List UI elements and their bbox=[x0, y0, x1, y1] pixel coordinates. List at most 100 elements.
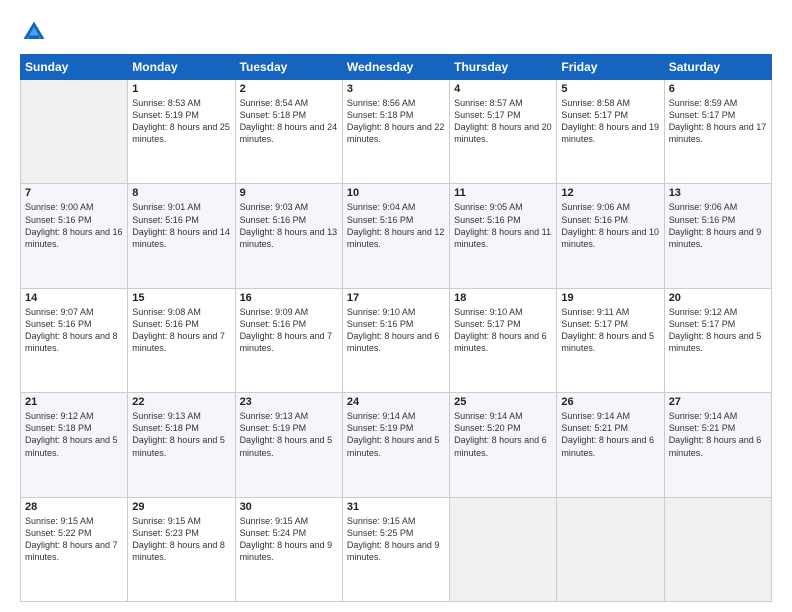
calendar-cell: 2 Sunrise: 8:54 AMSunset: 5:18 PMDaylight… bbox=[235, 80, 342, 184]
day-number: 19 bbox=[561, 292, 659, 304]
day-info: Sunrise: 9:12 AMSunset: 5:18 PMDaylight:… bbox=[25, 410, 123, 459]
day-number: 7 bbox=[25, 187, 123, 199]
day-info: Sunrise: 9:00 AMSunset: 5:16 PMDaylight:… bbox=[25, 201, 123, 250]
calendar-week-2: 14 Sunrise: 9:07 AMSunset: 5:16 PMDayligh… bbox=[21, 288, 772, 392]
header bbox=[20, 18, 772, 46]
day-info: Sunrise: 9:04 AMSunset: 5:16 PMDaylight:… bbox=[347, 201, 445, 250]
calendar-cell: 26 Sunrise: 9:14 AMSunset: 5:21 PMDayligh… bbox=[557, 393, 664, 497]
day-info: Sunrise: 9:15 AMSunset: 5:23 PMDaylight:… bbox=[132, 515, 230, 564]
day-info: Sunrise: 8:56 AMSunset: 5:18 PMDaylight:… bbox=[347, 97, 445, 146]
day-number: 5 bbox=[561, 83, 659, 95]
day-info: Sunrise: 9:15 AMSunset: 5:24 PMDaylight:… bbox=[240, 515, 338, 564]
calendar-cell: 11 Sunrise: 9:05 AMSunset: 5:16 PMDayligh… bbox=[450, 184, 557, 288]
calendar-cell: 31 Sunrise: 9:15 AMSunset: 5:25 PMDayligh… bbox=[342, 497, 449, 601]
col-header-friday: Friday bbox=[557, 55, 664, 80]
calendar-cell: 13 Sunrise: 9:06 AMSunset: 5:16 PMDayligh… bbox=[664, 184, 771, 288]
col-header-wednesday: Wednesday bbox=[342, 55, 449, 80]
day-info: Sunrise: 9:14 AMSunset: 5:21 PMDaylight:… bbox=[669, 410, 767, 459]
day-info: Sunrise: 9:15 AMSunset: 5:22 PMDaylight:… bbox=[25, 515, 123, 564]
calendar-cell: 30 Sunrise: 9:15 AMSunset: 5:24 PMDayligh… bbox=[235, 497, 342, 601]
day-info: Sunrise: 9:01 AMSunset: 5:16 PMDaylight:… bbox=[132, 201, 230, 250]
calendar-table: SundayMondayTuesdayWednesdayThursdayFrid… bbox=[20, 54, 772, 602]
calendar-cell: 20 Sunrise: 9:12 AMSunset: 5:17 PMDayligh… bbox=[664, 288, 771, 392]
day-number: 2 bbox=[240, 83, 338, 95]
day-number: 31 bbox=[347, 501, 445, 513]
calendar-cell bbox=[557, 497, 664, 601]
day-info: Sunrise: 9:13 AMSunset: 5:19 PMDaylight:… bbox=[240, 410, 338, 459]
calendar-cell: 3 Sunrise: 8:56 AMSunset: 5:18 PMDaylight… bbox=[342, 80, 449, 184]
page: SundayMondayTuesdayWednesdayThursdayFrid… bbox=[0, 0, 792, 612]
day-info: Sunrise: 9:14 AMSunset: 5:19 PMDaylight:… bbox=[347, 410, 445, 459]
calendar-week-0: 1 Sunrise: 8:53 AMSunset: 5:19 PMDaylight… bbox=[21, 80, 772, 184]
calendar-cell: 23Sunrise: 9:13 AMSunset: 5:19 PMDayligh… bbox=[235, 393, 342, 497]
calendar-week-3: 21 Sunrise: 9:12 AMSunset: 5:18 PMDayligh… bbox=[21, 393, 772, 497]
col-header-saturday: Saturday bbox=[664, 55, 771, 80]
day-number: 27 bbox=[669, 396, 767, 408]
calendar-cell bbox=[21, 80, 128, 184]
calendar-cell: 27 Sunrise: 9:14 AMSunset: 5:21 PMDayligh… bbox=[664, 393, 771, 497]
col-header-sunday: Sunday bbox=[21, 55, 128, 80]
day-number: 20 bbox=[669, 292, 767, 304]
day-info: Sunrise: 9:09 AMSunset: 5:16 PMDaylight:… bbox=[240, 306, 338, 355]
calendar-cell bbox=[664, 497, 771, 601]
day-number: 28 bbox=[25, 501, 123, 513]
calendar-cell: 24Sunrise: 9:14 AMSunset: 5:19 PMDayligh… bbox=[342, 393, 449, 497]
calendar-cell: 7 Sunrise: 9:00 AMSunset: 5:16 PMDaylight… bbox=[21, 184, 128, 288]
logo-icon bbox=[20, 18, 48, 46]
calendar-cell: 22 Sunrise: 9:13 AMSunset: 5:18 PMDayligh… bbox=[128, 393, 235, 497]
calendar-cell: 17Sunrise: 9:10 AMSunset: 5:16 PMDayligh… bbox=[342, 288, 449, 392]
col-header-tuesday: Tuesday bbox=[235, 55, 342, 80]
day-info: Sunrise: 8:57 AMSunset: 5:17 PMDaylight:… bbox=[454, 97, 552, 146]
col-header-thursday: Thursday bbox=[450, 55, 557, 80]
day-number: 10 bbox=[347, 187, 445, 199]
day-number: 8 bbox=[132, 187, 230, 199]
day-number: 14 bbox=[25, 292, 123, 304]
day-number: 11 bbox=[454, 187, 552, 199]
calendar-cell: 18 Sunrise: 9:10 AMSunset: 5:17 PMDayligh… bbox=[450, 288, 557, 392]
calendar-week-1: 7 Sunrise: 9:00 AMSunset: 5:16 PMDaylight… bbox=[21, 184, 772, 288]
day-number: 29 bbox=[132, 501, 230, 513]
calendar-cell: 10 Sunrise: 9:04 AMSunset: 5:16 PMDayligh… bbox=[342, 184, 449, 288]
day-info: Sunrise: 8:59 AMSunset: 5:17 PMDaylight:… bbox=[669, 97, 767, 146]
day-number: 1 bbox=[132, 83, 230, 95]
calendar-cell: 9 Sunrise: 9:03 AMSunset: 5:16 PMDaylight… bbox=[235, 184, 342, 288]
day-info: Sunrise: 9:13 AMSunset: 5:18 PMDaylight:… bbox=[132, 410, 230, 459]
day-number: 13 bbox=[669, 187, 767, 199]
day-info: Sunrise: 9:10 AMSunset: 5:17 PMDaylight:… bbox=[454, 306, 552, 355]
day-info: Sunrise: 9:07 AMSunset: 5:16 PMDaylight:… bbox=[25, 306, 123, 355]
day-info: Sunrise: 8:58 AMSunset: 5:17 PMDaylight:… bbox=[561, 97, 659, 146]
calendar-cell: 14 Sunrise: 9:07 AMSunset: 5:16 PMDayligh… bbox=[21, 288, 128, 392]
calendar-cell: 6Sunrise: 8:59 AMSunset: 5:17 PMDaylight… bbox=[664, 80, 771, 184]
day-number: 4 bbox=[454, 83, 552, 95]
day-info: Sunrise: 8:53 AMSunset: 5:19 PMDaylight:… bbox=[132, 97, 230, 146]
day-info: Sunrise: 9:14 AMSunset: 5:21 PMDaylight:… bbox=[561, 410, 659, 459]
day-number: 25 bbox=[454, 396, 552, 408]
day-number: 3 bbox=[347, 83, 445, 95]
day-number: 21 bbox=[25, 396, 123, 408]
calendar-cell: 8 Sunrise: 9:01 AMSunset: 5:16 PMDaylight… bbox=[128, 184, 235, 288]
calendar-cell: 12Sunrise: 9:06 AMSunset: 5:16 PMDayligh… bbox=[557, 184, 664, 288]
day-number: 26 bbox=[561, 396, 659, 408]
day-info: Sunrise: 9:15 AMSunset: 5:25 PMDaylight:… bbox=[347, 515, 445, 564]
day-number: 9 bbox=[240, 187, 338, 199]
day-info: Sunrise: 9:11 AMSunset: 5:17 PMDaylight:… bbox=[561, 306, 659, 355]
calendar-cell bbox=[450, 497, 557, 601]
day-number: 30 bbox=[240, 501, 338, 513]
calendar-cell: 21 Sunrise: 9:12 AMSunset: 5:18 PMDayligh… bbox=[21, 393, 128, 497]
day-number: 15 bbox=[132, 292, 230, 304]
day-info: Sunrise: 9:14 AMSunset: 5:20 PMDaylight:… bbox=[454, 410, 552, 459]
calendar-cell: 29 Sunrise: 9:15 AMSunset: 5:23 PMDayligh… bbox=[128, 497, 235, 601]
calendar-cell: 5 Sunrise: 8:58 AMSunset: 5:17 PMDaylight… bbox=[557, 80, 664, 184]
day-number: 22 bbox=[132, 396, 230, 408]
day-info: Sunrise: 9:03 AMSunset: 5:16 PMDaylight:… bbox=[240, 201, 338, 250]
day-info: Sunrise: 9:05 AMSunset: 5:16 PMDaylight:… bbox=[454, 201, 552, 250]
day-number: 18 bbox=[454, 292, 552, 304]
day-info: Sunrise: 9:06 AMSunset: 5:16 PMDaylight:… bbox=[669, 201, 767, 250]
calendar-cell: 28 Sunrise: 9:15 AMSunset: 5:22 PMDayligh… bbox=[21, 497, 128, 601]
day-info: Sunrise: 8:54 AMSunset: 5:18 PMDaylight:… bbox=[240, 97, 338, 146]
col-header-monday: Monday bbox=[128, 55, 235, 80]
day-number: 16 bbox=[240, 292, 338, 304]
day-info: Sunrise: 9:12 AMSunset: 5:17 PMDaylight:… bbox=[669, 306, 767, 355]
calendar-week-4: 28 Sunrise: 9:15 AMSunset: 5:22 PMDayligh… bbox=[21, 497, 772, 601]
day-info: Sunrise: 9:06 AMSunset: 5:16 PMDaylight:… bbox=[561, 201, 659, 250]
